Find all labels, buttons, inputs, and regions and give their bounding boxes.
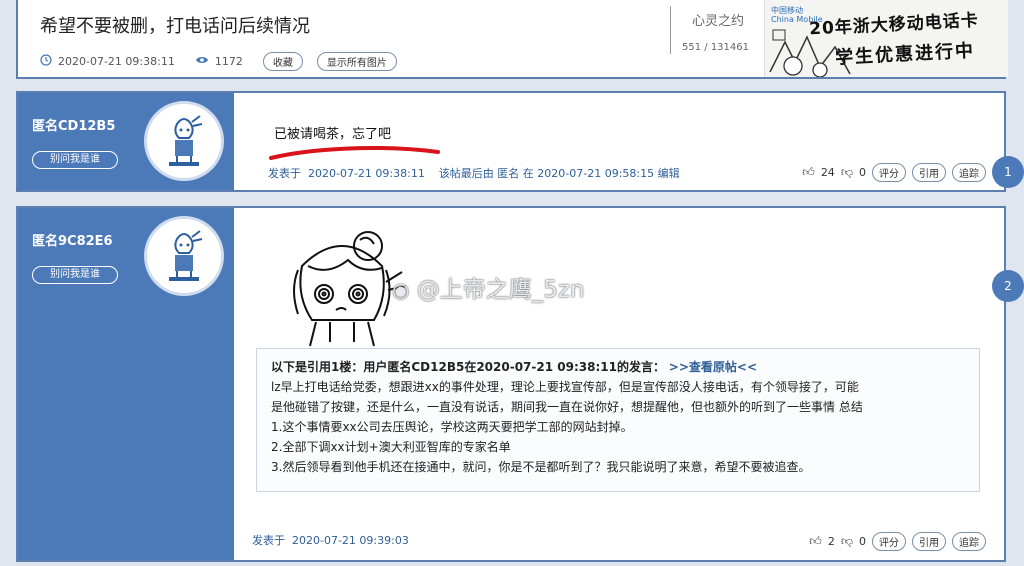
quoted-reply: 以下是引用1楼：用户匿名CD12B5在2020-07-21 09:38:11的发… [256, 348, 980, 492]
ad-headline: 20年浙大移动电话卡 [808, 10, 980, 40]
floor-number: 2 [992, 270, 1024, 302]
quote-line: lz早上打电话给党委，想跟进xx的事件处理，理论上要找宣传部，但是宣传部没人接电… [271, 380, 859, 394]
clock-icon [40, 54, 52, 69]
dislike-count: 0 [859, 166, 866, 179]
thumbs-down-icon[interactable]: 👎︎ [841, 165, 853, 180]
like-count: 24 [820, 166, 835, 179]
rate-button[interactable]: 评分 [872, 532, 906, 551]
quote-header: 以下是引用1楼：用户匿名CD12B5在2020-07-21 09:38:11的发… [271, 360, 665, 374]
thread-title: 希望不要被删，打电话问后续情况 [40, 16, 310, 37]
who-am-i-button[interactable]: 别问我是谁 [32, 266, 118, 284]
quote-line: 2.全部下调xx计划+澳大利亚智库的专家名单 [271, 440, 511, 454]
post-floor-1: 匿名CD12B5 别问我是谁 已被请喝茶，忘了吧 发表于 2020-07-21 … [16, 91, 1006, 192]
post-body: 已被请喝茶，忘了吧 [274, 127, 392, 142]
rate-button[interactable]: 评分 [872, 163, 906, 182]
post-actions: 👍︎ 2 👎︎ 0 评分 引用 追踪 [809, 532, 986, 551]
avatar [144, 216, 224, 296]
thumbs-up-icon[interactable]: 👍︎ [809, 534, 822, 549]
thumbs-up-icon[interactable]: 👍︎ [802, 165, 815, 180]
post-username[interactable]: 匿名CD12B5 [32, 115, 115, 134]
quote-line: 3.然后领导看到他手机还在接通中，就问，你是不是都听到了？我只能说明了来意，希望… [271, 460, 811, 474]
ad-banner[interactable]: 中国移动 China Mobile 20年浙大移动电话卡 学生优惠进行中 [764, 0, 1008, 77]
watermark-text: @上帝之鹰_5zn [416, 277, 585, 303]
avatar-icon [169, 230, 203, 281]
show-all-images-button[interactable]: 显示所有图片 [316, 52, 397, 71]
quote-line: 是他碰错了按键，还是什么，一直没有说话，期间我一直在说你好，想提醒他，但也额外的… [271, 400, 863, 414]
who-am-i-button[interactable]: 别问我是谁 [32, 151, 118, 169]
post-user-panel: 匿名CD12B5 别问我是谁 [18, 93, 234, 190]
avatar [144, 101, 224, 181]
avatar-icon [169, 115, 203, 166]
eye-icon [195, 55, 209, 68]
thread-author[interactable]: 心灵之约 [686, 10, 750, 29]
anime-sticker-image [293, 231, 407, 347]
ad-subline: 学生优惠进行中 [834, 40, 976, 69]
quote-button[interactable]: 引用 [912, 532, 946, 551]
like-count: 2 [827, 535, 835, 548]
trace-button[interactable]: 追踪 [952, 532, 986, 551]
post-user-panel: 匿名9C82E6 别问我是谁 [18, 208, 234, 560]
view-original-link[interactable]: >>查看原帖<< [669, 360, 757, 374]
view-count: 1172 [214, 55, 243, 68]
red-underline-annotation [269, 146, 440, 160]
post-username[interactable]: 匿名9C82E6 [32, 230, 113, 249]
post-actions: 👍︎ 24 👎︎ 0 评分 引用 追踪 [802, 163, 986, 182]
floor-number: 1 [992, 156, 1024, 188]
divider [670, 6, 671, 54]
thumbs-down-icon[interactable]: 👎︎ [841, 534, 853, 549]
quote-button[interactable]: 引用 [912, 163, 946, 182]
post-footer: 发表于 2020-07-21 09:39:03 [252, 534, 409, 547]
weibo-icon: ◉ [392, 278, 410, 302]
post-footer: 发表于 2020-07-21 09:38:11 该帖最后由 匿名 在 2020-… [268, 167, 680, 180]
quote-line: 1.这个事情要xx公司去压舆论，学校这两天要把学工部的网站封掉。 [271, 420, 633, 434]
dislike-count: 0 [859, 535, 866, 548]
thread-header: 希望不要被删，打电话问后续情况 2020-07-21 09:38:11 1172… [16, 0, 1008, 79]
thread-meta: 2020-07-21 09:38:11 1172 收藏 显示所有图片 [40, 52, 397, 71]
trace-button[interactable]: 追踪 [952, 163, 986, 182]
weibo-watermark: ◉ @上帝之鹰_5zn [392, 270, 585, 304]
reply-view-counts: 551 / 131461 [682, 42, 749, 53]
favorite-button[interactable]: 收藏 [262, 52, 303, 71]
thread-time: 2020-07-21 09:38:11 [58, 55, 175, 68]
